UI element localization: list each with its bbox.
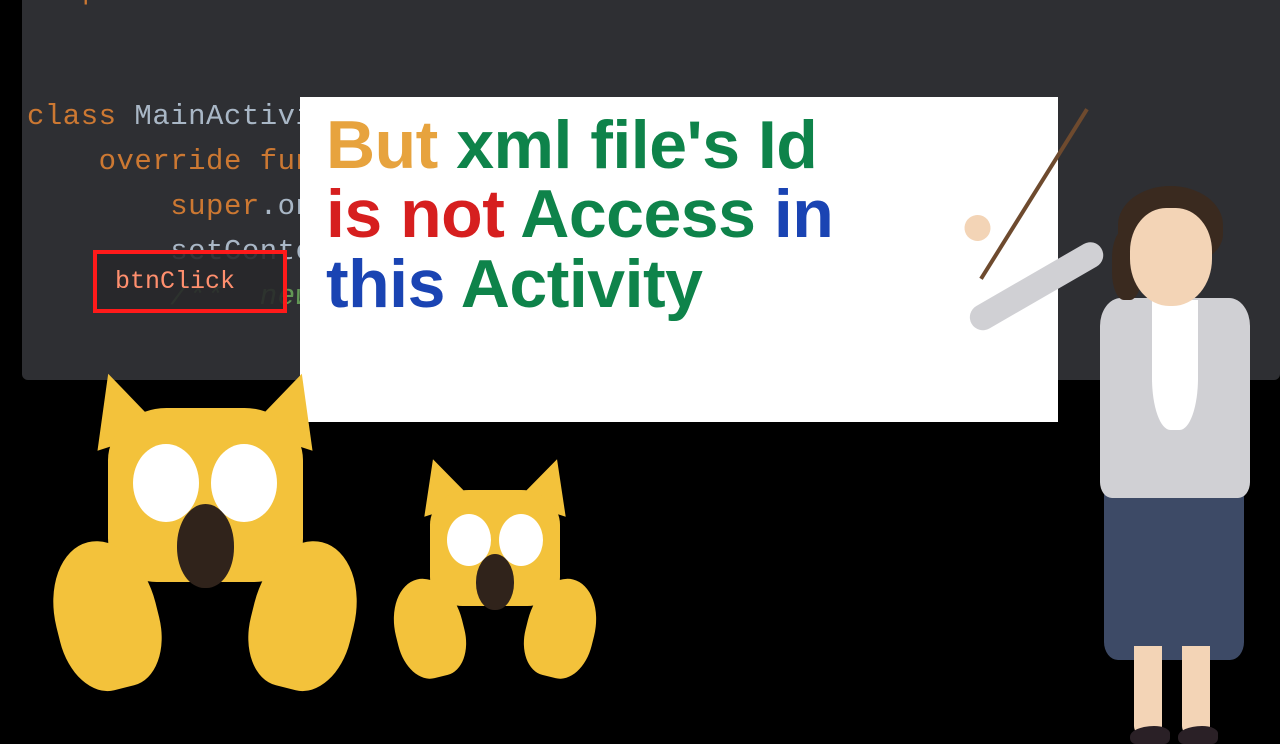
caption-line-2: is not Access in bbox=[326, 180, 1032, 249]
thumbnail-stage: import ... class MainActivity : AppCompa… bbox=[0, 0, 1280, 720]
highlighted-id-text: btnClick bbox=[115, 267, 235, 296]
import-line: import ... bbox=[50, 0, 1270, 12]
teacher-illustration bbox=[1070, 160, 1280, 720]
caption-line-3: this Activity bbox=[326, 250, 1032, 319]
caption-card: But xml file's Id is not Access in this … bbox=[300, 97, 1058, 422]
weary-cat-emoji-small bbox=[395, 478, 595, 678]
caption-line-1: But xml file's Id bbox=[326, 111, 1032, 180]
weary-cat-emoji-large bbox=[55, 390, 355, 690]
error-id-highlight: btnClick bbox=[93, 250, 287, 313]
